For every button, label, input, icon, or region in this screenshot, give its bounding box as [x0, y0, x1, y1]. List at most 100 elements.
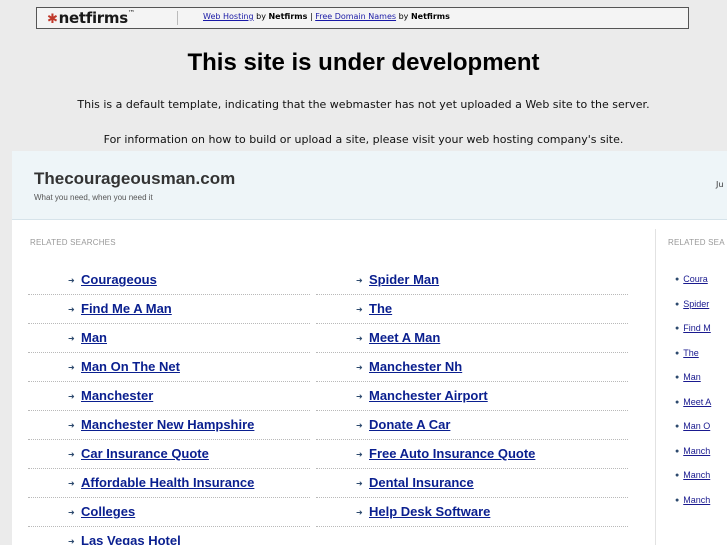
free-domain-names-link[interactable]: Free Domain Names	[315, 12, 396, 21]
bullet-icon: ●	[675, 349, 680, 357]
web-hosting-link[interactable]: Web Hosting	[203, 12, 254, 21]
sidebar-search-link[interactable]: Meet A	[683, 397, 711, 407]
related-search-item[interactable]: ➜ Free Auto Insurance Quote	[316, 440, 628, 469]
site-header: Thecourageousman.com What you need, when…	[12, 151, 727, 220]
netfirms-logo-text: netfirms	[58, 9, 129, 27]
sidebar-search-link[interactable]: Manch	[683, 446, 710, 456]
sidebar-search-item[interactable]: ● Manch	[675, 495, 710, 505]
arrow-icon: ➜	[356, 479, 363, 488]
sidebar-search-link[interactable]: Find M	[683, 323, 711, 333]
sidebar-search-item[interactable]: ● Man O	[675, 421, 710, 431]
related-search-item[interactable]: ➜ Las Vegas Hotel	[28, 527, 310, 545]
related-searches-label: RELATED SEARCHES	[30, 238, 116, 247]
related-search-link[interactable]: Dental Insurance	[369, 475, 474, 490]
related-search-item[interactable]: ➜ Manchester Nh	[316, 353, 628, 382]
related-search-link[interactable]: Manchester Airport	[369, 388, 488, 403]
sidebar-search-link[interactable]: Man O	[683, 421, 710, 431]
arrow-icon: ➜	[356, 508, 363, 517]
sidebar-search-item[interactable]: ● Manch	[675, 446, 710, 456]
related-search-link[interactable]: Man On The Net	[81, 359, 180, 374]
related-search-item[interactable]: ➜ Meet A Man	[316, 324, 628, 353]
sidebar-search-item[interactable]: ● Manch	[675, 470, 710, 480]
header-right-text: Ju	[716, 180, 724, 189]
arrow-icon: ➜	[68, 479, 75, 488]
banner-by-text: by	[253, 12, 269, 21]
related-search-item[interactable]: ➜ Manchester Airport	[316, 382, 628, 411]
related-search-link[interactable]: Manchester Nh	[369, 359, 462, 374]
page-headline: This site is under development	[187, 49, 540, 76]
sidebar-search-item[interactable]: ● Spider	[675, 299, 709, 309]
arrow-icon: ➜	[68, 421, 75, 430]
related-search-item[interactable]: ➜ Man	[28, 324, 310, 353]
related-search-item[interactable]: ➜ Help Desk Software	[316, 498, 628, 527]
bullet-icon: ●	[675, 423, 680, 430]
related-search-link[interactable]: Manchester New Hampshire	[81, 417, 254, 432]
related-search-link[interactable]: Free Auto Insurance Quote	[369, 446, 535, 461]
related-search-item[interactable]: ➜ Man On The Net	[28, 353, 310, 382]
related-search-link[interactable]: Manchester	[81, 388, 153, 403]
sidebar-search-item[interactable]: ● Coura	[675, 274, 708, 284]
banner-brand-name: Netfirms	[268, 12, 308, 21]
related-search-item[interactable]: ➜ Dental Insurance	[316, 469, 628, 498]
netfirms-logo[interactable]: ✱netfirms™	[47, 9, 135, 27]
arrow-icon: ➜	[356, 450, 363, 459]
bullet-icon: ●	[675, 496, 680, 504]
related-search-link[interactable]: Man	[81, 330, 107, 345]
arrow-icon: ➜	[356, 334, 363, 343]
arrow-icon: ➜	[68, 392, 75, 401]
banner-links: Web Hosting by Netfirms | Free Domain Na…	[203, 12, 450, 21]
related-search-item[interactable]: ➜ Courageous	[28, 266, 310, 295]
related-search-link[interactable]: Las Vegas Hotel	[81, 533, 181, 545]
site-title[interactable]: Thecourageousman.com	[34, 169, 235, 189]
sidebar-search-link[interactable]: The	[683, 348, 699, 358]
sidebar-search-item[interactable]: ● The	[675, 348, 699, 358]
related-search-link[interactable]: Meet A Man	[369, 330, 440, 345]
sidebar-search-link[interactable]: Man	[683, 372, 701, 382]
related-search-item[interactable]: ➜ Manchester	[28, 382, 310, 411]
related-search-link[interactable]: Find Me A Man	[81, 301, 172, 316]
related-search-link[interactable]: Affordable Health Insurance	[81, 475, 254, 490]
arrow-icon: ➜	[68, 276, 75, 285]
related-search-link[interactable]: Donate A Car	[369, 417, 450, 432]
arrow-icon: ➜	[356, 276, 363, 285]
trademark-mark: ™	[127, 9, 135, 17]
related-search-item[interactable]: ➜ Colleges	[28, 498, 310, 527]
hosting-info-notice: For information on how to build or uploa…	[103, 133, 624, 146]
related-search-item[interactable]: ➜ Manchester New Hampshire	[28, 411, 310, 440]
arrow-icon: ➜	[68, 305, 75, 314]
related-search-item[interactable]: ➜ Affordable Health Insurance	[28, 469, 310, 498]
related-search-link[interactable]: Car Insurance Quote	[81, 446, 209, 461]
column-divider	[655, 229, 656, 545]
arrow-icon: ➜	[356, 421, 363, 430]
default-template-notice: This is a default template, indicating t…	[77, 98, 650, 111]
related-search-item[interactable]: ➜ Car Insurance Quote	[28, 440, 310, 469]
sidebar-search-link[interactable]: Manch	[683, 470, 710, 480]
banner-brand-name: Netfirms	[410, 12, 450, 21]
sidebar-search-item[interactable]: ● Find M	[675, 323, 711, 333]
arrow-icon: ➜	[68, 537, 75, 545]
related-search-item[interactable]: ➜ Donate A Car	[316, 411, 628, 440]
sidebar-search-link[interactable]: Coura	[683, 274, 708, 284]
bullet-icon: ●	[675, 472, 680, 479]
bullet-icon: ●	[675, 374, 680, 381]
sidebar-search-link[interactable]: Manch	[683, 495, 710, 505]
related-search-link[interactable]: The	[369, 301, 392, 316]
bullet-icon: ●	[675, 325, 680, 332]
sidebar-search-item[interactable]: ● Man	[675, 372, 701, 382]
sidebar-search-link[interactable]: Spider	[683, 299, 709, 309]
related-search-item[interactable]: ➜ The	[316, 295, 628, 324]
bullet-icon: ●	[675, 300, 680, 308]
arrow-icon: ➜	[68, 334, 75, 343]
arrow-icon: ➜	[356, 305, 363, 314]
related-search-link[interactable]: Colleges	[81, 504, 135, 519]
parked-domain-frame: Thecourageousman.com What you need, when…	[12, 151, 727, 545]
related-search-link[interactable]: Spider Man	[369, 272, 439, 287]
related-search-link[interactable]: Help Desk Software	[369, 504, 490, 519]
arrow-icon: ➜	[68, 363, 75, 372]
netfirms-banner: ✱netfirms™ Web Hosting by Netfirms | Fre…	[36, 7, 689, 29]
related-search-item[interactable]: ➜ Find Me A Man	[28, 295, 310, 324]
related-search-item[interactable]: ➜ Spider Man	[316, 266, 628, 295]
sidebar-search-item[interactable]: ● Meet A	[675, 397, 711, 407]
bullet-icon: ●	[675, 276, 680, 283]
related-search-link[interactable]: Courageous	[81, 272, 157, 287]
